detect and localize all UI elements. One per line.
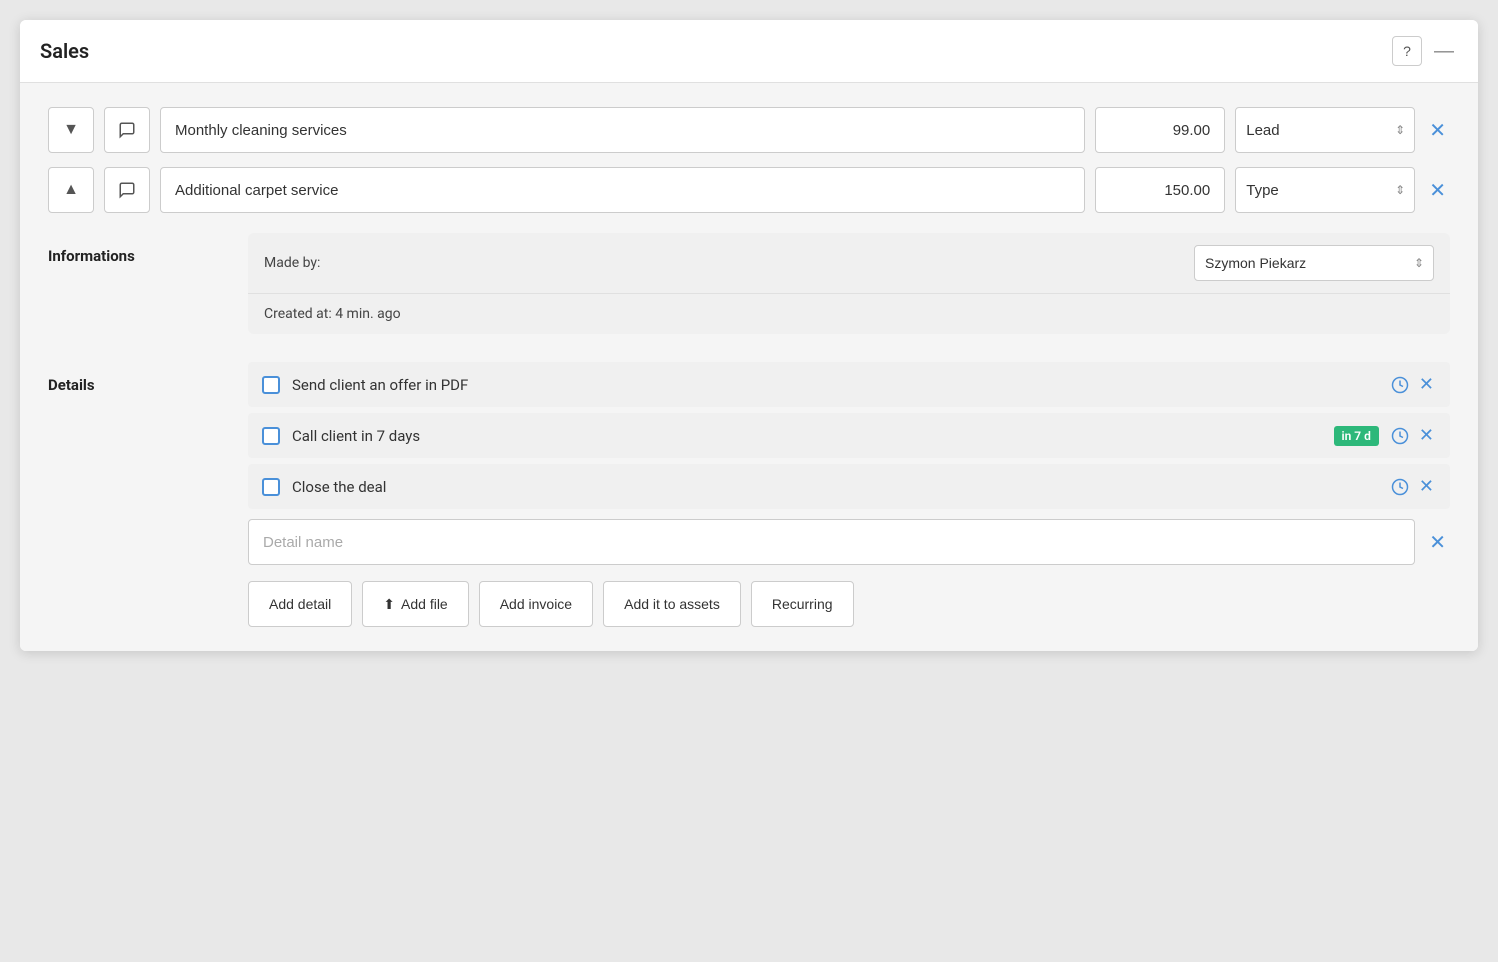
details-section: Details Send client an offer in PDF ✕ — [48, 362, 1450, 627]
detail-clock-button-2[interactable] — [1389, 425, 1411, 446]
sales-window: Sales ? — ▼ Lead Type Offer Invoice — [20, 20, 1478, 651]
details-content: Send client an offer in PDF ✕ — [248, 362, 1450, 627]
delete-item-button-2[interactable]: ✕ — [1425, 174, 1450, 207]
detail-name-input[interactable] — [248, 519, 1415, 565]
content-area: ▼ Lead Type Offer Invoice ✕ ▲ — [20, 83, 1478, 651]
collapse-button-1[interactable]: ▼ — [48, 107, 94, 153]
made-by-select-wrapper: Szymon Piekarz — [1194, 245, 1434, 281]
made-by-select[interactable]: Szymon Piekarz — [1194, 245, 1434, 281]
item-price-input-1[interactable] — [1095, 107, 1225, 153]
minimize-button[interactable]: — — [1430, 40, 1458, 63]
window-title: Sales — [40, 39, 89, 63]
detail-checkbox-2[interactable] — [262, 427, 280, 445]
item-row-2: ▲ Lead Type Offer Invoice ✕ — [48, 167, 1450, 213]
made-by-row: Made by: Szymon Piekarz — [248, 233, 1450, 294]
detail-text-2: Call client in 7 days — [292, 427, 1324, 445]
add-file-label: Add file — [401, 596, 448, 612]
detail-name-delete-button[interactable]: ✕ — [1425, 526, 1450, 559]
informations-section: Informations Made by: Szymon Piekarz Cre… — [48, 233, 1450, 334]
clock-icon-1 — [1391, 376, 1409, 394]
clock-icon-2 — [1391, 427, 1409, 445]
item-type-wrapper-1: Lead Type Offer Invoice — [1235, 107, 1415, 153]
created-at-label: Created at: 4 min. ago — [264, 306, 401, 322]
title-bar: Sales ? — — [20, 20, 1478, 83]
add-assets-button[interactable]: Add it to assets — [603, 581, 741, 627]
item-type-select-2[interactable]: Lead Type Offer Invoice — [1235, 167, 1415, 213]
comment-button-2[interactable] — [104, 167, 150, 213]
detail-actions-1: ✕ — [1389, 374, 1436, 395]
title-bar-actions: ? — — [1392, 36, 1458, 66]
details-label: Details — [48, 362, 248, 627]
detail-delete-button-3[interactable]: ✕ — [1417, 476, 1436, 497]
detail-clock-button-3[interactable] — [1389, 476, 1411, 497]
detail-text-1: Send client an offer in PDF — [292, 376, 1379, 394]
detail-text-3: Close the deal — [292, 478, 1379, 496]
detail-actions-3: ✕ — [1389, 476, 1436, 497]
detail-item-1: Send client an offer in PDF ✕ — [248, 362, 1450, 407]
item-name-input-1[interactable] — [160, 107, 1085, 153]
help-button[interactable]: ? — [1392, 36, 1422, 66]
clock-icon-3 — [1391, 478, 1409, 496]
add-invoice-button[interactable]: Add invoice — [479, 581, 593, 627]
comment-icon-2 — [118, 181, 136, 199]
detail-delete-button-2[interactable]: ✕ — [1417, 425, 1436, 446]
detail-checkbox-3[interactable] — [262, 478, 280, 496]
detail-badge-2: in 7 d — [1334, 426, 1379, 446]
comment-icon-1 — [118, 121, 136, 139]
informations-content: Made by: Szymon Piekarz Created at: 4 mi… — [248, 233, 1450, 334]
created-at-row: Created at: 4 min. ago — [248, 294, 1450, 334]
item-row-1: ▼ Lead Type Offer Invoice ✕ — [48, 107, 1450, 153]
detail-name-row: ✕ — [248, 519, 1450, 565]
info-panel: Made by: Szymon Piekarz Created at: 4 mi… — [248, 233, 1450, 334]
delete-item-button-1[interactable]: ✕ — [1425, 114, 1450, 147]
collapse-button-2[interactable]: ▲ — [48, 167, 94, 213]
bottom-buttons: Add detail ⬆ Add file Add invoice Add it… — [248, 581, 1450, 627]
detail-actions-2: ✕ — [1389, 425, 1436, 446]
item-price-input-2[interactable] — [1095, 167, 1225, 213]
detail-checkbox-1[interactable] — [262, 376, 280, 394]
add-file-button[interactable]: ⬆ Add file — [362, 581, 468, 627]
detail-item-3: Close the deal ✕ — [248, 464, 1450, 509]
informations-label: Informations — [48, 233, 248, 334]
comment-button-1[interactable] — [104, 107, 150, 153]
item-type-select-1[interactable]: Lead Type Offer Invoice — [1235, 107, 1415, 153]
item-name-input-2[interactable] — [160, 167, 1085, 213]
detail-clock-button-1[interactable] — [1389, 374, 1411, 395]
upload-icon: ⬆ — [383, 596, 395, 613]
item-type-wrapper-2: Lead Type Offer Invoice — [1235, 167, 1415, 213]
detail-item-2: Call client in 7 days in 7 d ✕ — [248, 413, 1450, 458]
add-detail-button[interactable]: Add detail — [248, 581, 352, 627]
recurring-button[interactable]: Recurring — [751, 581, 854, 627]
made-by-label: Made by: — [264, 255, 1194, 271]
detail-delete-button-1[interactable]: ✕ — [1417, 374, 1436, 395]
